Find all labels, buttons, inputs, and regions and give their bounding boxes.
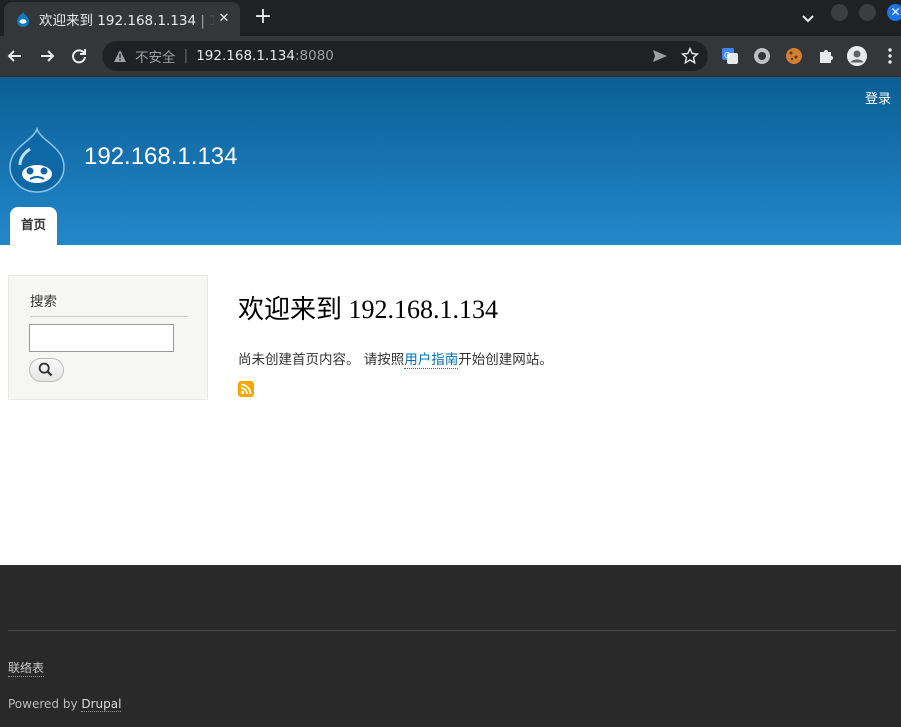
welcome-text-after: 开始创建网站。 bbox=[458, 352, 553, 368]
site-header: 登录 192.168.1.134 首页 bbox=[0, 77, 901, 245]
drupal-logo-icon[interactable] bbox=[8, 127, 66, 193]
welcome-text: 尚未创建首页内容。 请按照用户指南开始创建网站。 bbox=[238, 348, 553, 369]
drupal-favicon-icon bbox=[17, 12, 29, 27]
extensions-puzzle-icon[interactable] bbox=[816, 46, 836, 66]
send-to-devices-icon[interactable] bbox=[652, 48, 668, 64]
reload-icon[interactable] bbox=[68, 45, 90, 67]
profile-avatar-icon[interactable] bbox=[847, 46, 867, 66]
powered-prefix: Powered by bbox=[8, 697, 82, 711]
window-close-button[interactable]: ✕ bbox=[887, 4, 901, 21]
tab-title: 欢迎来到 192.168.1.134 | 192.168.1.134 bbox=[39, 13, 215, 29]
search-input[interactable] bbox=[29, 324, 174, 352]
browser-tab[interactable]: 欢迎来到 192.168.1.134 | 192.168.1.134 ✕ bbox=[4, 2, 240, 36]
tab-close-icon[interactable]: ✕ bbox=[216, 11, 232, 27]
browser-menu-icon[interactable] bbox=[880, 46, 900, 66]
bookmark-star-icon[interactable] bbox=[681, 47, 699, 65]
user-guide-link[interactable]: 用户指南 bbox=[404, 352, 459, 369]
tab-search-chevron-icon[interactable] bbox=[798, 8, 818, 28]
search-block: 搜索 bbox=[8, 275, 208, 400]
tab-home[interactable]: 首页 bbox=[10, 207, 57, 245]
forward-arrow-icon[interactable] bbox=[36, 45, 58, 67]
url-port: :8080 bbox=[294, 48, 334, 64]
url-host: 192.168.1.134 bbox=[196, 48, 295, 64]
drupal-link[interactable]: Drupal bbox=[81, 697, 122, 712]
svg-text:G: G bbox=[724, 51, 730, 60]
search-block-title: 搜索 bbox=[30, 290, 188, 317]
main-content: 欢迎来到 192.168.1.134 尚未创建首页内容。 请按照用户指南开始创建… bbox=[238, 289, 553, 397]
rss-feed-icon[interactable] bbox=[238, 381, 254, 397]
web-page: 登录 192.168.1.134 首页 搜索 欢迎来到 192.168.1.13… bbox=[0, 77, 901, 727]
browser-toolbar: 不安全 | 192.168.1.134:8080 G bbox=[0, 36, 901, 77]
page-title: 欢迎来到 192.168.1.134 bbox=[238, 295, 499, 324]
site-footer: 联络表 Powered by Drupal bbox=[0, 565, 901, 727]
search-icon bbox=[38, 362, 53, 377]
login-link[interactable]: 登录 bbox=[865, 88, 891, 107]
welcome-text-before: 尚未创建首页内容。 请按照 bbox=[238, 352, 405, 368]
address-bar[interactable]: 不安全 | 192.168.1.134:8080 bbox=[102, 41, 708, 71]
warning-triangle-icon[interactable] bbox=[113, 49, 127, 63]
minimize-button[interactable] bbox=[831, 4, 848, 21]
translate-extension-icon[interactable]: G bbox=[720, 46, 740, 66]
maximize-button[interactable] bbox=[859, 4, 876, 21]
contact-link[interactable]: 联络表 bbox=[8, 659, 45, 677]
footer-divider bbox=[8, 630, 896, 631]
record-extension-icon[interactable] bbox=[752, 46, 772, 66]
site-name[interactable]: 192.168.1.134 bbox=[84, 143, 237, 171]
browser-tab-strip: 欢迎来到 192.168.1.134 | 192.168.1.134 ✕ + ✕ bbox=[0, 0, 901, 36]
back-arrow-icon[interactable] bbox=[4, 45, 26, 67]
new-tab-button[interactable]: + bbox=[252, 6, 274, 28]
search-button[interactable] bbox=[29, 358, 64, 382]
not-secure-label: 不安全 bbox=[135, 50, 176, 66]
url-separator: | bbox=[183, 48, 189, 64]
cookie-extension-icon[interactable] bbox=[784, 46, 804, 66]
powered-by: Powered by Drupal bbox=[8, 697, 122, 712]
